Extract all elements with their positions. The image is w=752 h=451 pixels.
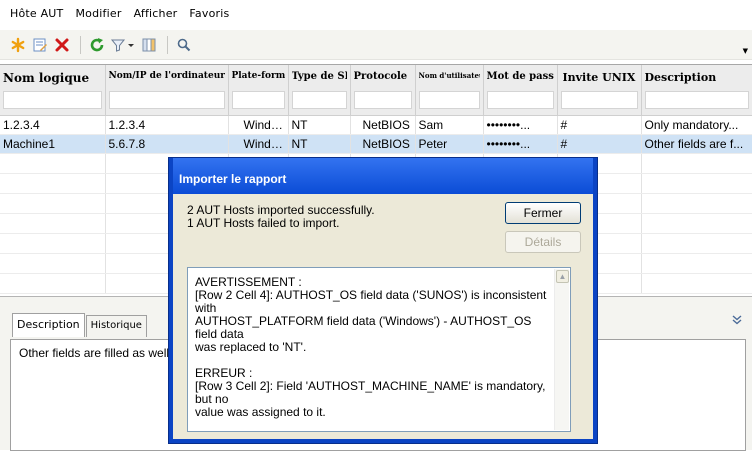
cell-nom-ip: 1.2.3.4: [105, 115, 229, 135]
edit-icon[interactable]: [30, 35, 50, 55]
cell-plate-forme: Windows: [228, 115, 289, 135]
refresh-icon[interactable]: [87, 35, 107, 55]
import-log[interactable]: AVERTISSEMENT : [Row 2 Cell 4]: AUTHOST_…: [187, 267, 571, 432]
delete-x-icon[interactable]: [52, 35, 72, 55]
tab-historique[interactable]: Historique: [85, 315, 147, 337]
cell-nom-ip: 5.6.7.8: [105, 134, 229, 154]
scroll-up-icon[interactable]: ▲: [556, 270, 569, 283]
col-description[interactable]: Description: [641, 65, 752, 116]
log-warning-line: was replaced to 'NT'.: [195, 340, 307, 354]
details-button[interactable]: Détails: [505, 231, 581, 253]
filter-type-se[interactable]: [291, 91, 347, 109]
toolbar: ▼: [0, 30, 752, 60]
col-type-se[interactable]: Type de SE: [288, 65, 351, 116]
filter-plate-forme[interactable]: [231, 91, 285, 109]
cell-mot-de-passe: ••••••••...: [483, 115, 558, 135]
toolbar-overflow-icon[interactable]: ▼: [743, 47, 748, 55]
log-warning-line: AUTHOST_PLATFORM field data ('Windows') …: [195, 314, 532, 341]
toolbar-separator: [80, 35, 81, 54]
filter-nom-logique[interactable]: [3, 91, 102, 109]
log-error-line: [Row 3 Cell 2]: Field 'AUTHOST_MACHINE_N…: [195, 379, 546, 406]
filter-mot-de-passe[interactable]: [486, 91, 554, 109]
close-button[interactable]: Fermer: [505, 202, 581, 224]
cell-protocole: NetBIOS: [350, 134, 416, 154]
toolbar-separator: [167, 35, 168, 54]
cell-mot-de-passe: ••••••••...: [483, 134, 558, 154]
log-error-line: value was assigned to it.: [195, 405, 326, 419]
cell-nom-utilisateur: Sam: [415, 115, 484, 135]
columns-icon[interactable]: [139, 35, 159, 55]
summary-failure: 1 AUT Hosts failed to import.: [187, 216, 340, 230]
cell-protocole: NetBIOS: [350, 115, 416, 135]
cell-invite-unix: #: [557, 134, 642, 154]
filter-icon[interactable]: [109, 35, 137, 55]
log-scrollbar[interactable]: ▲: [554, 269, 569, 430]
log-warning-line: [Row 2 Cell 4]: AUTHOST_OS field data ('…: [195, 288, 547, 315]
menu-afficher[interactable]: Afficher: [134, 7, 178, 20]
col-protocole[interactable]: Protocole: [350, 65, 416, 116]
import-report-dialog: Importer le rapport 2 AUT Hosts imported…: [168, 157, 598, 444]
menu-modifier[interactable]: Modifier: [75, 7, 121, 20]
cell-type-se: NT: [288, 115, 351, 135]
dialog-body: 2 AUT Hosts imported successfully. 1 AUT…: [173, 194, 593, 439]
cell-plate-forme: Windows: [228, 134, 289, 154]
filter-nom-ip[interactable]: [108, 91, 225, 109]
cell-description: Only mandatory...: [641, 115, 752, 135]
col-nom-logique[interactable]: Nom logique: [0, 65, 106, 116]
menu-favoris[interactable]: Favoris: [189, 7, 229, 20]
cell-nom-logique: 1.2.3.4: [0, 115, 106, 135]
col-mot-de-passe[interactable]: Mot de passe: [483, 65, 558, 116]
filter-nom-utilisateur[interactable]: [418, 91, 480, 109]
menu-bar: Hôte AUT Modifier Afficher Favoris: [0, 0, 752, 26]
asterisk-new-icon[interactable]: [8, 35, 28, 55]
dialog-title: Importer le rapport: [173, 158, 593, 194]
search-icon[interactable]: [174, 35, 194, 55]
menu-hote-aut[interactable]: Hôte AUT: [10, 7, 63, 20]
cell-invite-unix: #: [557, 115, 642, 135]
table-row[interactable]: 1.2.3.4 1.2.3.4 Windows NT NetBIOS Sam •…: [0, 115, 752, 135]
collapse-chevron-icon[interactable]: [732, 315, 742, 328]
col-invite-unix[interactable]: Invite UNIX: [557, 65, 642, 116]
col-nom-utilisateur[interactable]: Nom d'utilisateur: [415, 65, 484, 116]
col-nom-ip[interactable]: Nom/IP de l'ordinateur: [105, 65, 229, 116]
cell-nom-utilisateur: Peter: [415, 134, 484, 154]
details-tabs: Description Historique: [12, 313, 148, 337]
cell-nom-logique: Machine1: [0, 134, 106, 154]
filter-description[interactable]: [644, 91, 749, 109]
filter-invite-unix[interactable]: [560, 91, 638, 109]
tab-description[interactable]: Description: [12, 313, 85, 337]
cell-type-se: NT: [288, 134, 351, 154]
import-summary: 2 AUT Hosts imported successfully. 1 AUT…: [187, 204, 375, 230]
cell-description: Other fields are f...: [641, 134, 752, 154]
col-plate-forme[interactable]: Plate-forme: [228, 65, 289, 116]
filter-protocole[interactable]: [353, 91, 412, 109]
table-row[interactable]: Machine1 5.6.7.8 Windows NT NetBIOS Pete…: [0, 134, 752, 154]
